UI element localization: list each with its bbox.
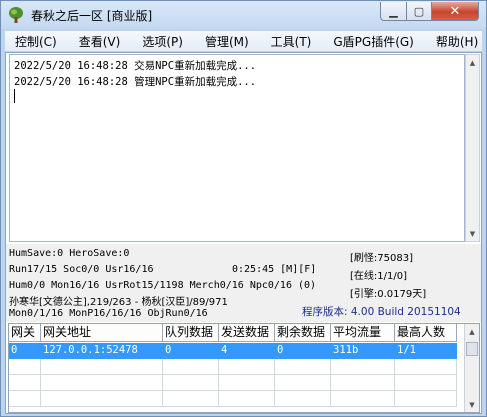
- menu-bar: 控制(C) 查看(V) 选项(P) 管理(M) 工具(T) G盾PG插件(G) …: [5, 31, 482, 51]
- client-area: 2022/5/20 16:48:28 交易NPC重新加载完成... 2022/5…: [5, 52, 482, 414]
- status-time: 0:25:45 [M][F]: [232, 264, 317, 275]
- version-label: 程序版本: 4.00 Build 20151104: [302, 306, 461, 318]
- log-line: 2022/5/20 16:48:28 交易NPC重新加载完成...: [14, 60, 257, 72]
- close-button[interactable]: ✕: [431, 2, 479, 21]
- status-run: Run17/15 Soc0/0 Usr16/16: [9, 264, 154, 275]
- table-header: 网关 网关地址 队列数据 发送数据 剩余数据 平均流量 最高人数: [9, 324, 457, 342]
- window-title: 春秋之后一区 [商业版]: [31, 9, 153, 23]
- refresh-counter: [刷怪:75083]: [350, 253, 413, 264]
- gateway-table[interactable]: 网关 网关地址 队列数据 发送数据 剩余数据 平均流量 最高人数 0 127.0…: [8, 323, 480, 413]
- minimize-button[interactable]: ▁: [380, 2, 407, 21]
- close-icon: ✕: [449, 3, 461, 19]
- cell-max-users: 1/1: [395, 343, 457, 359]
- scroll-up-icon[interactable]: ▲: [466, 55, 479, 70]
- cell-avg-traffic: 311b: [331, 343, 395, 359]
- status-panel: HumSave:0 HeroSave:0 Run17/15 Soc0/0 Usr…: [6, 244, 481, 322]
- minimize-icon: ▁: [389, 4, 398, 18]
- status-counts: Hum0/0 Mon16/16 UsrRot15/1198 Merch0/16 …: [9, 280, 317, 291]
- scroll-thumb[interactable]: [466, 342, 478, 356]
- maximize-button[interactable]: ▢: [406, 2, 432, 21]
- table-row: [9, 375, 457, 391]
- table-row: [9, 359, 457, 375]
- column-header[interactable]: 网关地址: [41, 324, 163, 342]
- app-tree-icon: [7, 6, 25, 24]
- log-line: 2022/5/20 16:48:28 管理NPC重新加载完成...: [14, 76, 257, 88]
- status-save: HumSave:0 HeroSave:0: [9, 248, 130, 259]
- column-header[interactable]: 最高人数: [395, 324, 457, 342]
- column-header[interactable]: 发送数据: [219, 324, 275, 342]
- title-bar[interactable]: 春秋之后一区 [商业版] ▁ ▢ ✕: [1, 1, 486, 29]
- table-row: [9, 391, 457, 407]
- log-scrollbar[interactable]: ▲ ▼: [465, 54, 480, 242]
- main-window: 春秋之后一区 [商业版] ▁ ▢ ✕ 控制(C) 查看(V) 选项(P) 管理(…: [0, 0, 487, 417]
- scroll-up-icon[interactable]: ▲: [465, 324, 479, 339]
- menu-manage[interactable]: 管理(M): [194, 33, 260, 50]
- scroll-down-icon[interactable]: ▼: [465, 397, 479, 412]
- column-header[interactable]: 剩余数据: [275, 324, 331, 342]
- maximize-icon: ▢: [413, 4, 425, 18]
- online-counter: [在线:1/1/0]: [350, 271, 407, 282]
- menu-options[interactable]: 选项(P): [131, 33, 194, 50]
- cell-queue: 0: [163, 343, 219, 359]
- status-player: 孙寒华[文德公主],219/263 - 杨秋[汉臣]/89/971: [9, 297, 228, 308]
- table-row[interactable]: 0 127.0.0.1:52478 0 4 0 311b 1/1: [9, 343, 457, 359]
- log-textarea[interactable]: 2022/5/20 16:48:28 交易NPC重新加载完成... 2022/5…: [9, 54, 465, 242]
- cell-address: 127.0.0.1:52478: [41, 343, 163, 359]
- engine-counter: [引擎:0.0179天]: [350, 289, 427, 300]
- menu-help[interactable]: 帮助(H): [425, 33, 487, 50]
- menu-control[interactable]: 控制(C): [5, 33, 68, 50]
- column-header[interactable]: 平均流量: [331, 324, 395, 342]
- cell-gateway: 0: [9, 343, 41, 359]
- table-scrollbar[interactable]: ▲ ▼: [464, 324, 479, 412]
- status-mon: Mon0/1/16 MonP16/16/16 ObjRun0/16: [9, 308, 208, 319]
- text-caret: [14, 89, 15, 103]
- menu-plugin[interactable]: G盾PG插件(G): [322, 33, 425, 50]
- column-header[interactable]: 队列数据: [163, 324, 219, 342]
- column-header[interactable]: 网关: [9, 324, 41, 342]
- cell-remaining: 0: [275, 343, 331, 359]
- menu-view[interactable]: 查看(V): [68, 33, 132, 50]
- cell-sent: 4: [219, 343, 275, 359]
- scroll-down-icon[interactable]: ▼: [466, 226, 479, 241]
- menu-tools[interactable]: 工具(T): [260, 33, 323, 50]
